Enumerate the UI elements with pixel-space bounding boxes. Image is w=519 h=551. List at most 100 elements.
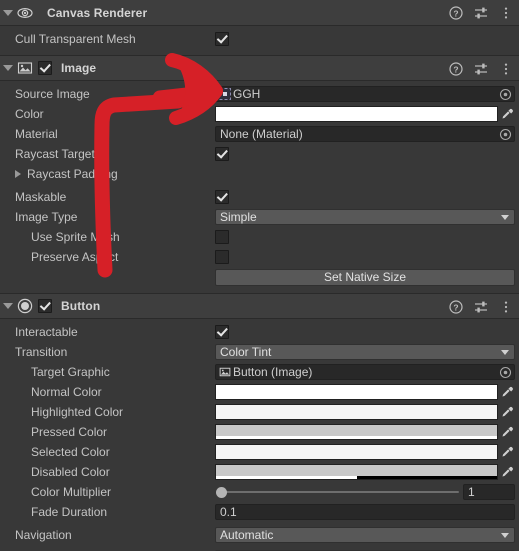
slider-knob[interactable] <box>216 486 227 498</box>
property-value <box>215 422 519 442</box>
component-header-image[interactable]: Image ? <box>0 55 519 81</box>
property-value: 1 <box>215 482 519 502</box>
component-header-actions-canvas-renderer: ? <box>449 0 513 26</box>
component-header-actions-image: ? <box>449 56 513 82</box>
eyedropper-icon[interactable] <box>498 466 515 479</box>
help-icon[interactable]: ? <box>449 62 463 76</box>
help-icon[interactable]: ? <box>449 6 463 20</box>
property-row-maskable: Maskable <box>0 187 519 207</box>
raycast-target-checkbox[interactable] <box>215 147 229 161</box>
set-native-size-button[interactable]: Set Native Size <box>215 268 515 286</box>
component-title: Image <box>61 61 97 75</box>
maskable-checkbox[interactable] <box>215 190 229 204</box>
image-color-swatch[interactable] <box>215 106 498 122</box>
alpha-bar <box>216 436 497 439</box>
preset-icon[interactable] <box>474 6 488 20</box>
property-label: Pressed Color <box>31 425 108 439</box>
object-picker-icon[interactable] <box>498 87 513 101</box>
component-body-button: Interactable Transition Color Tint Targe… <box>0 319 519 551</box>
navigation-dropdown[interactable]: Automatic <box>215 527 515 543</box>
foldout-toggle-button[interactable] <box>0 293 16 319</box>
eyedropper-icon[interactable] <box>498 386 515 399</box>
transition-dropdown[interactable]: Color Tint <box>215 344 515 360</box>
component-header-actions-button: ? <box>449 294 513 320</box>
kebab-menu-icon[interactable] <box>499 6 513 20</box>
interactable-checkbox[interactable] <box>215 325 229 339</box>
eyedropper-icon[interactable] <box>498 406 515 419</box>
property-row-disabled-color: Disabled Color <box>0 462 519 482</box>
chevron-down-icon <box>3 65 13 71</box>
unity-inspector-panel: Canvas Renderer ? Cull Transparent Mesh <box>0 0 519 551</box>
color-swatch-fill <box>216 385 497 399</box>
property-row-source-image: Source Image GGH <box>0 84 519 104</box>
color-multiplier-slider[interactable] <box>215 484 459 500</box>
property-label: Selected Color <box>31 445 110 459</box>
button-enabled-checkbox[interactable] <box>38 299 52 313</box>
property-label: Raycast Target <box>15 147 95 161</box>
property-row-set-native-size: Set Native Size <box>0 267 519 287</box>
property-row-image-color: Color <box>0 104 519 124</box>
normal-color-swatch[interactable] <box>215 384 498 400</box>
image-enabled-checkbox[interactable] <box>38 61 52 75</box>
source-image-object-field[interactable]: GGH <box>215 86 515 102</box>
chevron-right-icon <box>15 170 21 178</box>
property-row-transition: Transition Color Tint <box>0 342 519 362</box>
preserve-aspect-checkbox[interactable] <box>215 250 229 264</box>
target-graphic-object-field[interactable]: Button (Image) <box>215 364 515 380</box>
cull-transparent-mesh-checkbox[interactable] <box>215 32 229 46</box>
material-object-field[interactable]: None (Material) <box>215 126 515 142</box>
chevron-down-icon <box>501 533 509 538</box>
property-row-target-graphic: Target Graphic Button (Image) <box>0 362 519 382</box>
property-value <box>215 382 519 402</box>
pressed-color-swatch[interactable] <box>215 424 498 440</box>
property-value: GGH <box>215 84 519 104</box>
object-picker-icon[interactable] <box>498 365 513 379</box>
property-row-raycast-target: Raycast Target <box>0 144 519 164</box>
property-row-cull-transparent-mesh: Cull Transparent Mesh <box>0 29 519 49</box>
eyedropper-icon[interactable] <box>498 426 515 439</box>
chevron-down-icon <box>3 9 13 16</box>
highlighted-color-swatch[interactable] <box>215 404 498 420</box>
use-sprite-mesh-checkbox[interactable] <box>215 230 229 244</box>
svg-text:?: ? <box>453 302 458 312</box>
color-multiplier-value[interactable]: 1 <box>463 484 515 500</box>
chevron-down-icon <box>3 303 13 309</box>
property-value <box>215 32 519 46</box>
property-row-interactable: Interactable <box>0 322 519 342</box>
image-icon <box>16 59 34 77</box>
property-label: Navigation <box>15 528 72 542</box>
disabled-color-swatch[interactable] <box>215 464 498 480</box>
selected-color-swatch[interactable] <box>215 444 498 460</box>
preset-icon[interactable] <box>474 300 488 314</box>
source-image-value: GGH <box>233 87 261 101</box>
raycast-padding-foldout[interactable]: Raycast Padding <box>0 167 215 181</box>
color-swatch-fill <box>216 107 497 121</box>
component-header-canvas-renderer[interactable]: Canvas Renderer ? <box>0 0 519 26</box>
fade-duration-input[interactable]: 0.1 <box>215 504 515 520</box>
color-swatch-fill <box>216 445 497 459</box>
help-icon[interactable]: ? <box>449 300 463 314</box>
kebab-menu-icon[interactable] <box>499 300 513 314</box>
property-row-use-sprite-mesh: Use Sprite Mesh <box>0 227 519 247</box>
object-picker-icon[interactable] <box>498 127 513 141</box>
property-row-color-multiplier: Color Multiplier 1 <box>0 482 519 502</box>
property-row-normal-color: Normal Color <box>0 382 519 402</box>
property-label: Cull Transparent Mesh <box>15 32 136 46</box>
property-value: Button (Image) <box>215 362 519 382</box>
transition-value: Color Tint <box>220 345 272 359</box>
property-value <box>215 147 519 161</box>
eyedropper-icon[interactable] <box>498 108 515 121</box>
property-label: Fade Duration <box>31 505 108 519</box>
property-label: Color <box>15 107 44 121</box>
property-value <box>215 104 519 124</box>
preset-icon[interactable] <box>474 62 488 76</box>
kebab-menu-icon[interactable] <box>499 62 513 76</box>
foldout-toggle-image[interactable] <box>0 55 16 81</box>
foldout-toggle-canvas-renderer[interactable] <box>0 0 16 26</box>
property-value <box>215 190 519 204</box>
component-header-button[interactable]: Button ? <box>0 293 519 319</box>
property-label: Maskable <box>15 190 67 204</box>
property-label: Use Sprite Mesh <box>31 230 120 244</box>
eyedropper-icon[interactable] <box>498 446 515 459</box>
image-type-dropdown[interactable]: Simple <box>215 209 515 225</box>
